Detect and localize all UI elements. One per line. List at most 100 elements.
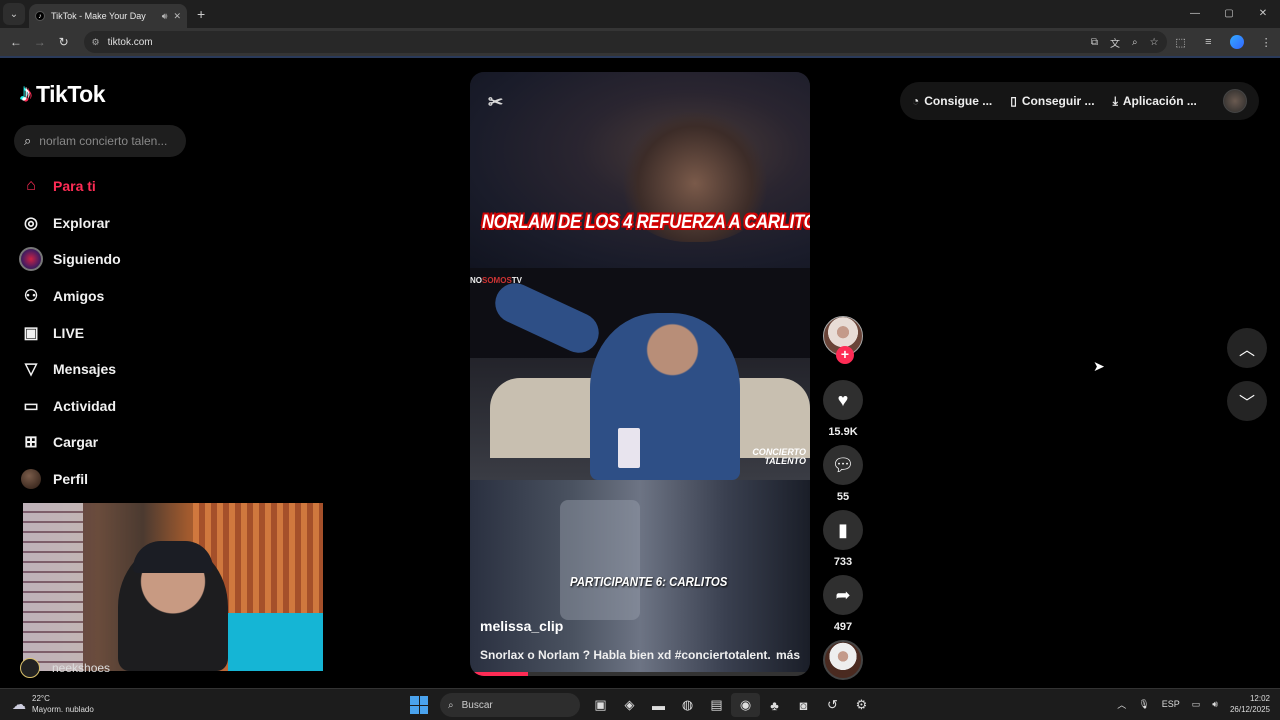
translate-icon[interactable]: 文 — [1110, 35, 1120, 50]
tab-title: TikTok - Make Your Day — [51, 11, 146, 21]
close-tab-icon[interactable]: ✕ — [173, 11, 181, 22]
tiktok-page: ♪ TikTok ⌕ norlam concierto talen... ⌂ P… — [0, 56, 1280, 688]
more-button[interactable]: más — [776, 648, 800, 662]
back-arrow-icon[interactable]: ← — [4, 35, 28, 49]
restore-button[interactable]: ▢ — [1212, 0, 1246, 28]
teams-icon[interactable]: ♣ — [760, 693, 789, 717]
windows-start-icon[interactable] — [410, 696, 428, 714]
action-bar: + ♥ 15.9K 💬︎ 55 ▮ 733 ➦ 497 — [823, 316, 863, 680]
share-arrow-icon[interactable]: ➦ — [823, 575, 863, 615]
task-view-icon[interactable]: ▣ — [586, 693, 615, 717]
download-app-button[interactable]: ⤓ Aplicación ... — [1113, 94, 1197, 109]
store-icon[interactable]: ▤ — [702, 693, 731, 717]
discord-icon[interactable]: ◙ — [789, 693, 818, 717]
follow-button[interactable]: + — [836, 346, 854, 364]
mouse-cursor-icon: ➤ — [1093, 358, 1105, 374]
logo-text: TikTok — [36, 80, 106, 107]
network-icon[interactable]: ▭ — [1192, 699, 1201, 710]
home-icon: ⌂ — [26, 177, 36, 195]
sidebar-item-label: Actividad — [53, 397, 117, 414]
browser-toolbar: ← → ↻ ⚙ tiktok.com ⧉ 文 ⌕ ☆ ⬚ ≡ ⋮ — [0, 28, 1280, 56]
sidebar-item-label: Amigos — [53, 288, 105, 305]
video-frame-bottom: PARTICIPANTE 6: CARLITOS — [470, 480, 810, 676]
minimize-button[interactable]: — — [1178, 0, 1212, 28]
browser-tab-tiktok[interactable]: ♪ TikTok - Make Your Day 🔊︎ ✕ — [29, 4, 187, 28]
taskbar-search[interactable]: ⌕ Buscar — [440, 693, 580, 717]
sidebar-item-label: Para ti — [53, 178, 96, 195]
search-placeholder: norlam concierto talen... — [39, 134, 168, 148]
tab-search-menu-button[interactable]: ⌄ — [3, 3, 25, 25]
date: 26/12/2025 — [1229, 705, 1270, 714]
get-coins-button[interactable]: ◔ Consigue ... — [912, 94, 992, 108]
sidebar-item-actividad[interactable]: ▭ Actividad — [16, 388, 121, 425]
close-window-button[interactable]: ✕ — [1246, 0, 1280, 28]
video-author[interactable]: melissa_clip — [480, 618, 563, 634]
zoom-icon[interactable]: ⌕ — [1132, 37, 1138, 48]
install-app-icon[interactable]: ⧉ — [1091, 37, 1098, 48]
music-disc-avatar[interactable] — [823, 640, 863, 680]
site-info-icon[interactable]: ⚙ — [92, 37, 100, 48]
sidebar-item-live[interactable]: ▣ LIVE — [16, 314, 121, 351]
media-controls-icon[interactable]: ≡ — [1194, 36, 1222, 48]
speaker-icon[interactable]: 🔊︎ — [162, 11, 168, 22]
sidebar-item-cargar[interactable]: ⊞ Cargar — [16, 424, 121, 461]
get-coins-label: Consigue ... — [924, 94, 993, 108]
tiktok-logo[interactable]: ♪ TikTok — [20, 80, 106, 108]
account-avatar — [20, 658, 40, 678]
sidebar-item-label: Perfil — [53, 471, 89, 488]
profile-avatar-icon[interactable] — [1230, 35, 1245, 49]
microphone-icon[interactable]: 🎙︎ — [1138, 699, 1149, 710]
get-device-app-button[interactable]: ▯ Conseguir ... — [1010, 94, 1094, 108]
copilot-icon[interactable]: ◈ — [615, 693, 644, 717]
previous-video-button[interactable]: ︿ — [1227, 328, 1267, 368]
bookmark-star-icon[interactable]: ☆ — [1150, 37, 1159, 48]
sidebar-item-perfil[interactable]: Perfil — [16, 461, 121, 498]
browser-menu-icon[interactable]: ⋮ — [1252, 36, 1280, 49]
extensions-icon[interactable]: ⬚ — [1167, 36, 1195, 49]
activity-icon: ▭ — [23, 397, 39, 415]
save-count: 733 — [833, 556, 853, 568]
coins-icon: ◔ — [912, 94, 920, 108]
video-title-banner: NORLAM DE LOS 4 REFUERZA A CARLITOS — [482, 212, 810, 233]
reload-icon[interactable]: ↻ — [52, 35, 76, 49]
tiktok-favicon-icon: ♪ — [35, 11, 45, 21]
app-icon[interactable]: ↺ — [818, 693, 847, 717]
sidebar-item-amigos[interactable]: ⚇ Amigos — [16, 278, 121, 315]
address-bar[interactable]: ⚙ tiktok.com ⧉ 文 ⌕ ☆ — [83, 31, 1167, 53]
get-device-label: Conseguir ... — [1021, 94, 1095, 108]
volume-icon[interactable]: 🔊︎ — [1212, 699, 1218, 710]
following-account-item[interactable]: neekshoes — [20, 658, 110, 678]
search-input[interactable]: ⌕ norlam concierto talen... — [14, 125, 186, 157]
settings-gear-icon[interactable]: ⚙ — [847, 693, 876, 717]
time: 12:02 — [1249, 694, 1270, 703]
windows-taskbar: ☁ 22°C Mayorm. nublado ⌕ Buscar ▣ ◈ ▬ ◍ … — [0, 688, 1280, 720]
chrome-browser-icon[interactable]: ◉ — [731, 693, 760, 717]
sidebar-item-explorar[interactable]: ◎ Explorar — [16, 205, 121, 242]
clock[interactable]: 12:02 26/12/2025 — [1230, 693, 1270, 715]
phone-icon: ▯ — [1010, 94, 1017, 108]
sidebar-item-siguiendo[interactable]: Siguiendo — [16, 241, 121, 278]
bookmark-icon[interactable]: ▮ — [823, 510, 863, 550]
file-explorer-icon[interactable]: ▬ — [644, 693, 673, 717]
sidebar-item-para-ti[interactable]: ⌂ Para ti — [16, 168, 121, 205]
video-description: Snorlax o Norlam ? Habla bien xd #concie… — [480, 648, 800, 662]
tiktok-note-icon: ♪ — [20, 80, 32, 107]
url-text: tiktok.com — [107, 36, 153, 48]
progress-fill — [470, 672, 528, 676]
next-video-button[interactable]: ﹀ — [1227, 381, 1267, 421]
new-tab-button[interactable]: + — [197, 6, 205, 22]
sidebar-item-mensajes[interactable]: ▽ Mensajes — [16, 351, 121, 388]
video-player[interactable]: ✂ NORLAM DE LOS 4 REFUERZA A CARLITOS NO… — [470, 72, 810, 676]
chevron-up-icon[interactable]: ︿ — [1117, 698, 1126, 711]
like-heart-icon[interactable]: ♥ — [823, 380, 863, 420]
chevron-up-icon: ︿ — [1238, 342, 1255, 359]
weather-widget[interactable]: ☁ 22°C Mayorm. nublado — [12, 693, 94, 715]
comment-icon[interactable]: 💬︎ — [823, 445, 863, 485]
creator-avatar[interactable]: + — [823, 316, 863, 364]
sidebar-nav: ⌂ Para ti ◎ Explorar Siguiendo ⚇ Amigos … — [16, 168, 121, 497]
forward-arrow-icon[interactable]: → — [28, 35, 52, 49]
video-progress-bar[interactable] — [470, 672, 810, 676]
edge-browser-icon[interactable]: ◍ — [673, 693, 702, 717]
user-avatar[interactable] — [1223, 89, 1247, 113]
language-indicator[interactable]: ESP — [1162, 699, 1180, 709]
